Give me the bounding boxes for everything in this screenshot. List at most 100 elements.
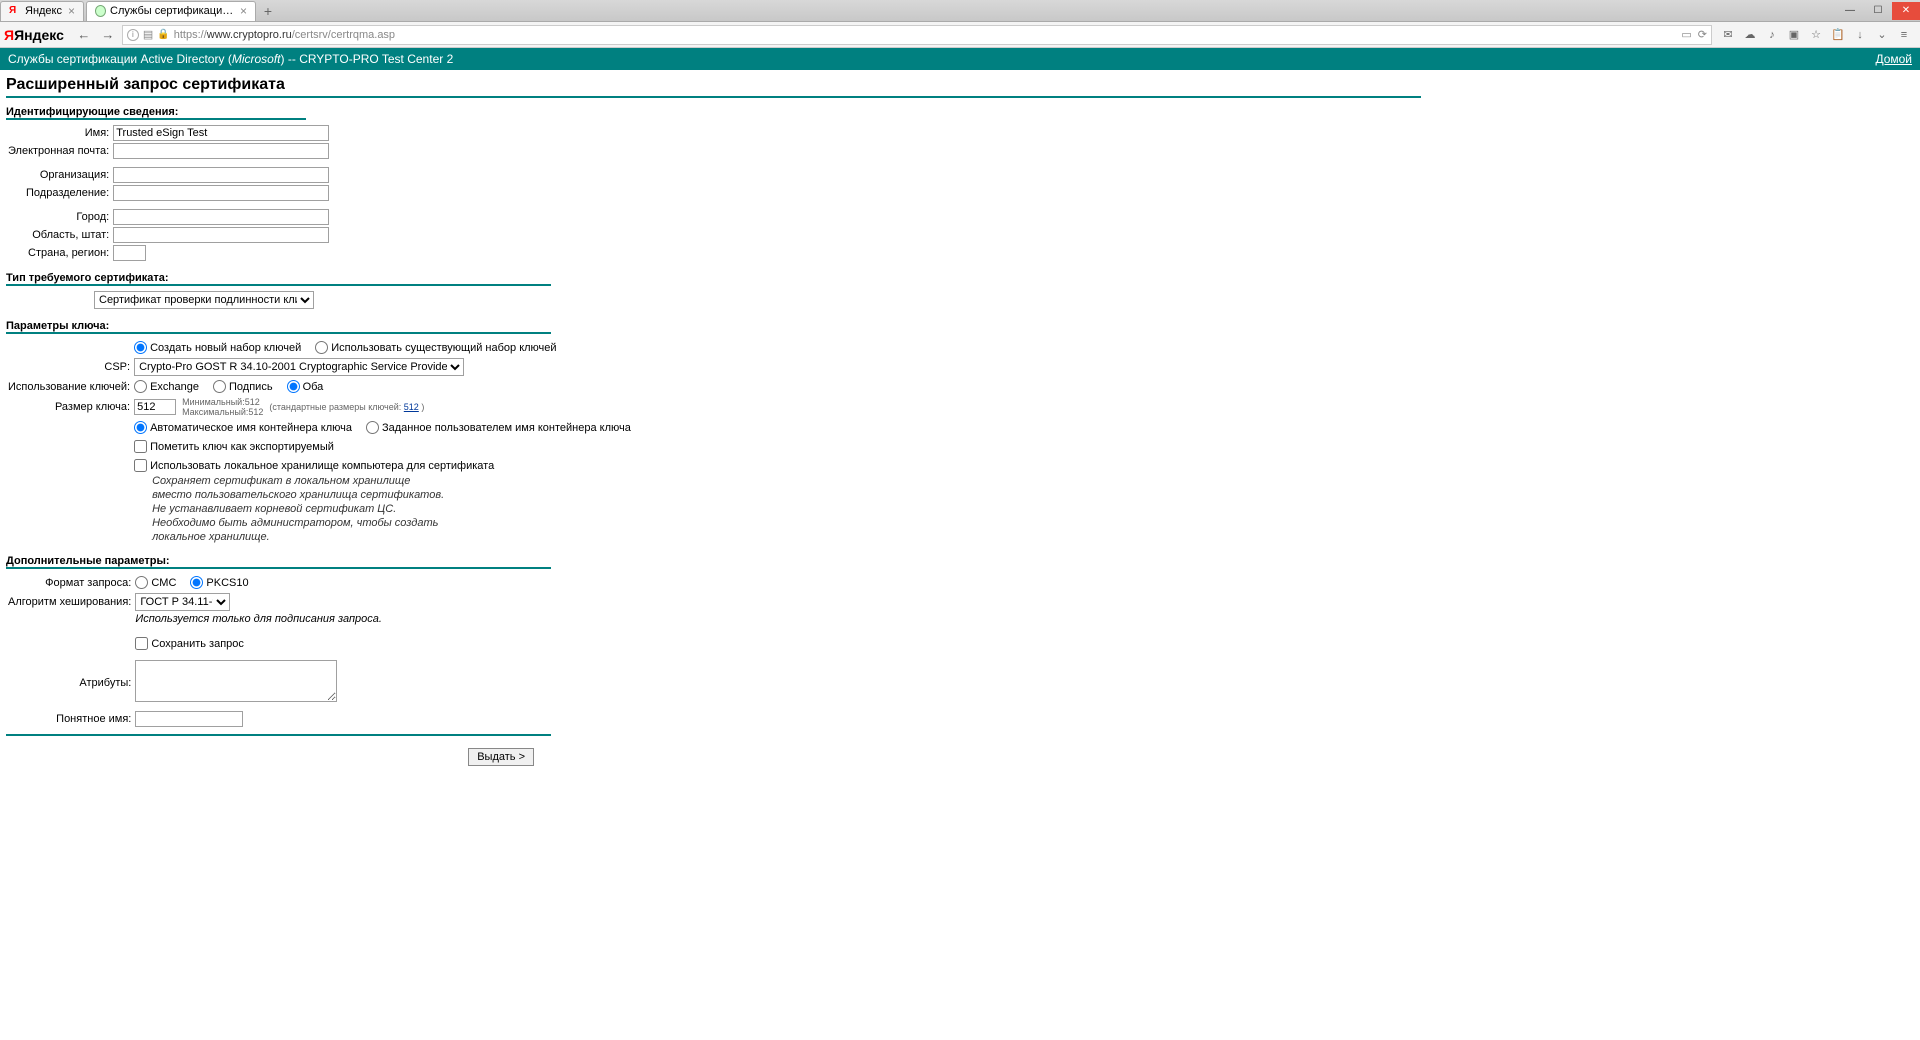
clipboard-icon[interactable]: 📋 <box>1830 27 1846 43</box>
section-rule <box>6 567 551 569</box>
cmc-radio-label[interactable]: CMC <box>135 576 176 589</box>
exportable-label: Пометить ключ как экспортируемый <box>150 441 334 453</box>
exchange-radio[interactable] <box>134 380 147 393</box>
close-icon[interactable]: × <box>240 4 247 18</box>
save-req-checkbox[interactable] <box>135 637 148 650</box>
tab-yandex[interactable]: Я Яндекс × <box>0 1 84 21</box>
city-input[interactable] <box>113 209 329 225</box>
country-label: Страна, регион: <box>6 244 111 262</box>
dept-input[interactable] <box>113 185 329 201</box>
panel-icon[interactable]: ▣ <box>1786 27 1802 43</box>
org-label: Организация: <box>6 166 111 184</box>
key-params-table: Создать новый набор ключей Использовать … <box>6 338 633 545</box>
menu-icon[interactable]: ≡ <box>1896 27 1912 43</box>
microsoft-label: Microsoft <box>232 52 281 66</box>
yandex-favicon-icon: Я <box>9 5 21 17</box>
city-label: Город: <box>6 208 111 226</box>
both-radio[interactable] <box>287 380 300 393</box>
pkcs10-radio[interactable] <box>190 576 203 589</box>
csp-label: CSP: <box>6 357 132 377</box>
back-button[interactable]: ← <box>74 25 94 45</box>
download-icon[interactable]: ↓ <box>1852 27 1868 43</box>
key-size-input[interactable] <box>134 399 176 415</box>
section-rule <box>6 118 306 120</box>
tab-certsrv[interactable]: Службы сертификации А... × <box>86 1 256 21</box>
exchange-radio-label[interactable]: Exchange <box>134 380 199 393</box>
pkcs10-radio-label[interactable]: PKCS10 <box>190 576 248 589</box>
additional-table: Формат запроса: CMC PKCS10 Алгоритм хеши… <box>6 573 384 728</box>
hash-note: Используется только для подписания запро… <box>135 613 382 625</box>
additional-section-label: Дополнительные параметры: <box>6 555 1914 567</box>
submit-row: Выдать > <box>6 740 534 766</box>
close-icon[interactable]: × <box>68 4 75 18</box>
ad-services-label: Службы сертификации Active Directory <box>8 52 224 66</box>
maximize-button[interactable]: ☐ <box>1864 2 1892 20</box>
weather-icon[interactable]: ☁ <box>1742 27 1758 43</box>
state-input[interactable] <box>113 227 329 243</box>
exportable-checkbox[interactable] <box>134 440 147 453</box>
req-format-label: Формат запроса: <box>6 573 133 592</box>
tab-bar: Я Яндекс × Службы сертификации А... × + … <box>0 0 1920 22</box>
brand-logo[interactable]: ЯЯндекс <box>4 27 64 43</box>
both-radio-label[interactable]: Оба <box>287 380 324 393</box>
auto-container-radio-label[interactable]: Автоматическое имя контейнера ключа <box>134 421 352 434</box>
country-input[interactable] <box>113 245 146 261</box>
home-link[interactable]: Домой <box>1875 52 1912 66</box>
minimize-button[interactable]: — <box>1836 2 1864 20</box>
use-existing-radio-label[interactable]: Использовать существующий набор ключей <box>315 341 556 354</box>
hash-label: Алгоритм хеширования: <box>6 592 133 612</box>
section-rule <box>6 734 551 736</box>
attrs-textarea[interactable] <box>135 660 337 702</box>
local-store-note: Сохраняет сертификат в локальном хранили… <box>134 474 631 544</box>
create-new-radio-label[interactable]: Создать новый набор ключей <box>134 341 301 354</box>
page: Службы сертификации Active Directory (Mi… <box>0 48 1920 772</box>
sep: -- <box>288 52 299 66</box>
signature-radio[interactable] <box>213 380 226 393</box>
star-icon[interactable]: ☆ <box>1808 27 1824 43</box>
email-input[interactable] <box>113 143 329 159</box>
csp-select[interactable]: Crypto-Pro GOST R 34.10-2001 Cryptograph… <box>134 358 464 376</box>
attrs-label: Атрибуты: <box>6 659 133 706</box>
url-bar[interactable]: i ▤ 🔒 https://www.cryptopro.ru/certsrv/c… <box>122 25 1712 45</box>
std-sizes: (стандартные размеры ключей: 512 ) <box>269 402 424 412</box>
reload-icon[interactable]: ⟳ <box>1698 28 1707 41</box>
org-input[interactable] <box>113 167 329 183</box>
local-store-checkbox[interactable] <box>134 459 147 472</box>
key-size-info: Минимальный:512 Максимальный:512 <box>182 397 263 417</box>
new-tab-button[interactable]: + <box>258 3 278 19</box>
auto-container-radio[interactable] <box>134 421 147 434</box>
mail-icon[interactable]: ✉ <box>1720 27 1736 43</box>
tab-title: Яндекс <box>25 5 62 17</box>
section-rule <box>6 284 551 286</box>
cert-type-table: Сертификат проверки подлинности клиента <box>6 290 316 310</box>
signature-radio-label[interactable]: Подпись <box>213 380 273 393</box>
create-new-radio[interactable] <box>134 341 147 354</box>
submit-button[interactable]: Выдать > <box>468 748 534 766</box>
toolbar-icons: ✉ ☁ ♪ ▣ ☆ 📋 ↓ ⌄ ≡ <box>1716 27 1916 43</box>
key-usage-label: Использование ключей: <box>6 377 132 396</box>
std-size-link[interactable]: 512 <box>404 402 419 412</box>
user-container-radio[interactable] <box>366 421 379 434</box>
email-label: Электронная почта: <box>6 142 111 160</box>
hash-select[interactable]: ГОСТ Р 34.11-94 <box>135 593 230 611</box>
reader-icon[interactable]: ▤ <box>143 28 153 41</box>
friendly-input[interactable] <box>135 711 243 727</box>
browser-chrome: Я Яндекс × Службы сертификации А... × + … <box>0 0 1920 48</box>
name-input[interactable] <box>113 125 329 141</box>
info-icon[interactable]: i <box>127 29 139 41</box>
cert-type-select[interactable]: Сертификат проверки подлинности клиента <box>94 291 314 309</box>
cmc-radio[interactable] <box>135 576 148 589</box>
title-rule <box>6 96 1421 98</box>
forward-button[interactable]: → <box>98 25 118 45</box>
url-domain: www.cryptopro.ru <box>207 29 292 41</box>
close-button[interactable]: ✕ <box>1892 2 1920 20</box>
translate-icon[interactable]: ▭ <box>1681 28 1691 41</box>
pocket-icon[interactable]: ⌄ <box>1874 27 1890 43</box>
key-size-label: Размер ключа: <box>6 396 132 418</box>
use-existing-radio[interactable] <box>315 341 328 354</box>
music-icon[interactable]: ♪ <box>1764 27 1780 43</box>
page-header: Службы сертификации Active Directory (Mi… <box>0 48 1920 70</box>
center-name: CRYPTO-PRO Test Center 2 <box>299 52 453 66</box>
key-params-section-label: Параметры ключа: <box>6 320 1914 332</box>
user-container-radio-label[interactable]: Заданное пользователем имя контейнера кл… <box>366 421 631 434</box>
